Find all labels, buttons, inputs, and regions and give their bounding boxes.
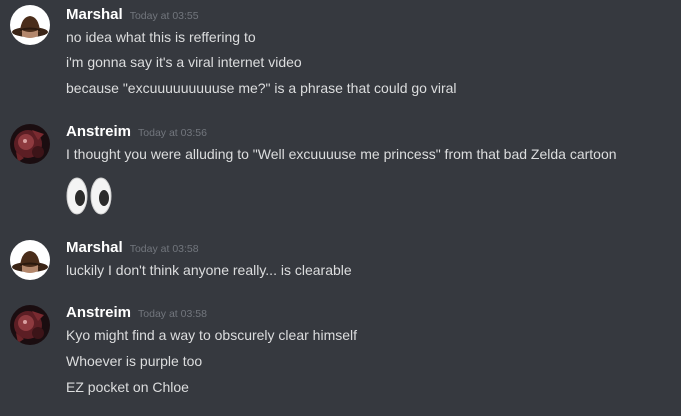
message-text: because "excuuuuuuuuuse me?" is a phrase… (66, 80, 457, 96)
eyes-emoji-icon[interactable] (66, 176, 114, 216)
timestamp: Today at 03:56 (138, 127, 207, 139)
message-text: no idea what this is reffering to (66, 29, 256, 45)
avatar[interactable] (10, 5, 50, 45)
timestamp: Today at 03:58 (129, 243, 199, 255)
username[interactable]: Marshal (66, 239, 123, 256)
avatar[interactable] (10, 305, 50, 345)
message-text: Kyo might find a way to obscurely clear … (66, 327, 358, 343)
username[interactable]: Anstreim (66, 304, 131, 321)
red-creature-avatar-icon (10, 124, 50, 164)
red-creature-avatar-icon (10, 305, 50, 345)
avatar[interactable] (10, 240, 50, 280)
timestamp: Today at 03:55 (129, 10, 199, 22)
username[interactable]: Marshal (66, 6, 123, 23)
cowboy-hat-avatar-icon (10, 240, 50, 280)
message-text: luckily I don't think anyone really... i… (66, 262, 352, 278)
username[interactable]: Anstreim (66, 123, 131, 140)
message-text: I thought you were alluding to "Well exc… (66, 146, 617, 162)
emoji-message (66, 176, 114, 221)
message-text: EZ pocket on Chloe (66, 379, 189, 395)
message-text: i'm gonna say it's a viral internet vide… (66, 54, 302, 70)
timestamp: Today at 03:58 (138, 308, 207, 320)
message-text: Whoever is purple too (66, 353, 203, 369)
cowboy-hat-avatar-icon (10, 5, 50, 45)
avatar[interactable] (10, 124, 50, 164)
